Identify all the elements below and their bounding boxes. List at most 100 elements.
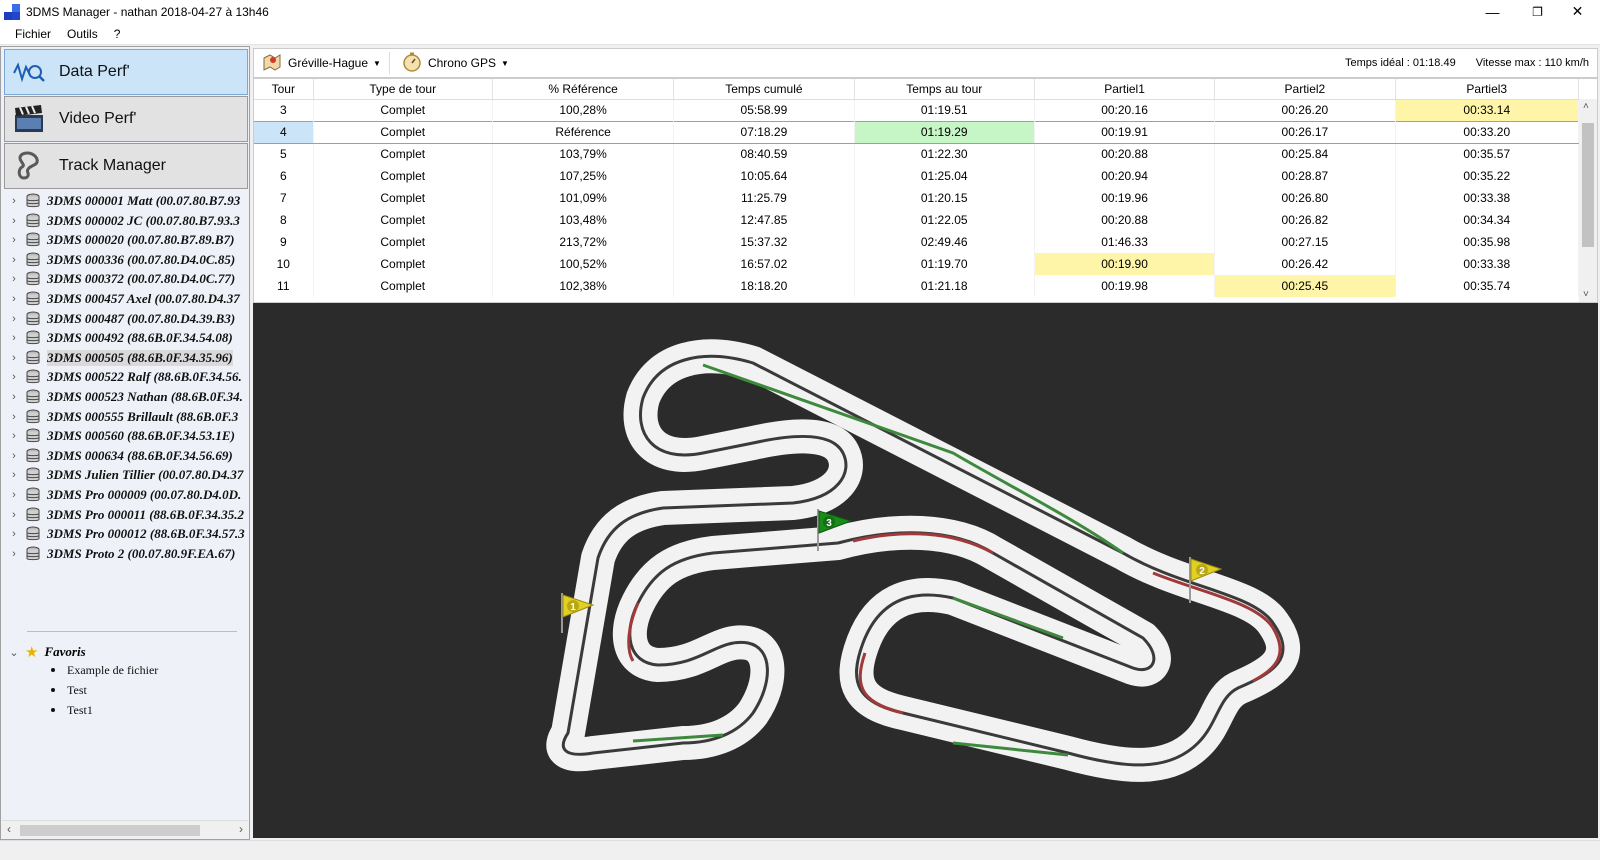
table-cell: 11 bbox=[254, 275, 314, 297]
track-surface bbox=[546, 339, 1301, 782]
favorite-item[interactable]: Test bbox=[51, 681, 87, 699]
column-header[interactable]: % Référence bbox=[492, 79, 675, 100]
column-header[interactable]: Partiel1 bbox=[1034, 79, 1216, 100]
device-tree-item[interactable]: › 3DMS 000487 (00.07.80.D4.39.B3) bbox=[1, 309, 249, 329]
nav-data-perf-button[interactable]: Data Perf' bbox=[4, 49, 248, 95]
chevron-right-icon[interactable]: › bbox=[7, 411, 21, 423]
table-row[interactable]: 4 Complet Référence 07:18.29 01:19.29 00:19.9… bbox=[254, 120, 1580, 144]
device-tree-label: 3DMS 000523 Nathan (88.6B.0F.34. bbox=[47, 389, 243, 404]
scroll-up-icon[interactable]: ˄ bbox=[1583, 101, 1589, 112]
scroll-right-icon[interactable]: › bbox=[239, 822, 243, 836]
table-cell: 16:57.02 bbox=[673, 253, 855, 275]
device-tree-item[interactable]: › 3DMS 000523 Nathan (88.6B.0F.34. bbox=[1, 387, 249, 407]
device-tree-item[interactable]: › 3DMS Pro 000011 (88.6B.0F.34.35.2 bbox=[1, 505, 249, 525]
track-selector[interactable]: Gréville-Hague ▼ bbox=[258, 52, 385, 75]
table-cell: 01:19.70 bbox=[854, 253, 1035, 275]
chevron-right-icon[interactable]: › bbox=[7, 313, 21, 325]
chevron-right-icon[interactable]: › bbox=[7, 548, 21, 560]
table-cell: 00:35.98 bbox=[1395, 231, 1580, 253]
favorites-node[interactable]: ⌄ ★ Favoris bbox=[1, 642, 251, 662]
scroll-left-icon[interactable]: ‹ bbox=[7, 822, 11, 836]
minimize-button[interactable]: — bbox=[1470, 0, 1515, 23]
table-row[interactable]: 11 Complet 102,38% 18:18.20 01:21.18 00:19.98… bbox=[254, 275, 1580, 297]
table-cell: 8 bbox=[254, 209, 314, 231]
device-tree-item[interactable]: › 3DMS 000492 (88.6B.0F.34.54.08) bbox=[1, 328, 249, 348]
window-title: 3DMS Manager - nathan 2018-04-27 à 13h46 bbox=[26, 4, 269, 19]
table-cell: 3 bbox=[254, 99, 314, 121]
table-row[interactable]: 6 Complet 107,25% 10:05.64 01:25.04 00:20.94 0… bbox=[254, 165, 1580, 187]
track-map-view[interactable]: 1 2 3 bbox=[253, 303, 1598, 838]
table-row[interactable]: 10 Complet 100,52% 16:57.02 01:19.70 00:19.90… bbox=[254, 253, 1580, 275]
menu-outils[interactable]: Outils bbox=[59, 27, 106, 41]
column-header[interactable]: Temps cumulé bbox=[673, 79, 855, 100]
column-header[interactable]: Partiel3 bbox=[1395, 79, 1580, 100]
scroll-down-icon[interactable]: ˅ bbox=[1583, 289, 1589, 300]
table-cell: Complet bbox=[313, 209, 493, 231]
table-row[interactable]: 3 Complet 100,28% 05:58.99 01:19.51 00:20.16 0… bbox=[254, 99, 1580, 121]
table-cell: 15:37.32 bbox=[673, 231, 855, 253]
table-cell: 00:19.91 bbox=[1034, 120, 1216, 144]
device-tree-item[interactable]: › 3DMS 000457 Axel (00.07.80.D4.37 bbox=[1, 289, 249, 309]
nav-track-manager-button[interactable]: Track Manager bbox=[4, 143, 248, 189]
table-cell: Complet bbox=[313, 253, 493, 275]
chevron-right-icon[interactable]: › bbox=[7, 489, 21, 501]
favorite-item[interactable]: Example de fichier bbox=[51, 661, 158, 679]
device-tree-item[interactable]: › 3DMS 000372 (00.07.80.D4.0C.77) bbox=[1, 269, 249, 289]
device-tree-item[interactable]: › 3DMS 000634 (88.6B.0F.34.56.69) bbox=[1, 446, 249, 466]
chevron-down-icon[interactable]: ⌄ bbox=[7, 646, 21, 659]
chevron-right-icon[interactable]: › bbox=[7, 215, 21, 227]
device-tree-item[interactable]: › 3DMS 000002 JC (00.07.80.B7.93.3 bbox=[1, 211, 249, 231]
close-button[interactable]: ✕ bbox=[1555, 0, 1600, 23]
chevron-right-icon[interactable]: › bbox=[7, 509, 21, 521]
chevron-right-icon[interactable]: › bbox=[7, 450, 21, 462]
track-map[interactable]: 1 2 3 bbox=[253, 303, 1598, 838]
column-header[interactable]: Partiel2 bbox=[1214, 79, 1396, 100]
chevron-right-icon[interactable]: › bbox=[7, 469, 21, 481]
chevron-right-icon[interactable]: › bbox=[7, 254, 21, 266]
tree-horizontal-scrollbar[interactable]: ‹ › bbox=[2, 820, 248, 838]
table-vertical-scrollbar[interactable]: ˄ ˅ bbox=[1579, 99, 1597, 302]
chevron-right-icon[interactable]: › bbox=[7, 528, 21, 540]
device-tree-item[interactable]: › 3DMS 000020 (00.07.80.B7.89.B7) bbox=[1, 230, 249, 250]
table-row[interactable]: 8 Complet 103,48% 12:47.85 01:22.05 00:20.88 0… bbox=[254, 209, 1580, 231]
table-row[interactable]: 7 Complet 101,09% 11:25.79 01:20.15 00:19.96 0… bbox=[254, 187, 1580, 209]
table-row[interactable]: 9 Complet 213,72% 15:37.32 02:49.46 01:46.33 0… bbox=[254, 231, 1580, 253]
device-tree-item[interactable]: › 3DMS 000555 Brillault (88.6B.0F.3 bbox=[1, 407, 249, 427]
chevron-right-icon[interactable]: › bbox=[7, 273, 21, 285]
device-tree-item[interactable]: › 3DMS 000505 (88.6B.0F.34.35.96) bbox=[1, 348, 249, 368]
chevron-right-icon[interactable]: › bbox=[7, 195, 21, 207]
chevron-right-icon[interactable]: › bbox=[7, 391, 21, 403]
chevron-right-icon[interactable]: › bbox=[7, 352, 21, 364]
table-row[interactable]: 5 Complet 103,79% 08:40.59 01:22.30 00:20.88 0… bbox=[254, 143, 1580, 165]
device-tree-item[interactable]: › 3DMS 000336 (00.07.80.D4.0C.85) bbox=[1, 250, 249, 270]
device-tree-item[interactable]: › 3DMS 000522 Ralf (88.6B.0F.34.56. bbox=[1, 367, 249, 387]
device-tree-item[interactable]: › 3DMS Proto 2 (00.07.80.9F.EA.67) bbox=[1, 544, 249, 564]
device-tree-item[interactable]: › 3DMS 000001 Matt (00.07.80.B7.93 bbox=[1, 191, 249, 211]
device-tree-item[interactable]: › 3DMS 000560 (88.6B.0F.34.53.1E) bbox=[1, 426, 249, 446]
restore-button[interactable]: ❐ bbox=[1515, 0, 1560, 23]
column-header[interactable]: Temps au tour bbox=[854, 79, 1035, 100]
menu-help[interactable]: ? bbox=[106, 27, 129, 41]
favorite-item[interactable]: Test1 bbox=[51, 701, 93, 719]
chevron-right-icon[interactable]: › bbox=[7, 371, 21, 383]
device-tree-item[interactable]: › 3DMS Julien Tillier (00.07.80.D4.37 bbox=[1, 465, 249, 485]
flag-3-label: 3 bbox=[826, 518, 832, 529]
menu-fichier[interactable]: Fichier bbox=[7, 27, 59, 41]
nav-video-perf-button[interactable]: Video Perf' bbox=[4, 96, 248, 142]
scrollbar-thumb[interactable] bbox=[1582, 123, 1594, 247]
device-tree-item[interactable]: › 3DMS Pro 000009 (00.07.80.D4.0D. bbox=[1, 485, 249, 505]
database-icon bbox=[25, 487, 41, 503]
chevron-right-icon[interactable]: › bbox=[7, 234, 21, 246]
column-header[interactable]: Tour bbox=[254, 79, 314, 100]
scrollbar-thumb[interactable] bbox=[20, 825, 200, 836]
table-header-row: Tour Type de tour% Référence Temps cumulé T… bbox=[254, 79, 1580, 100]
device-tree-label: 3DMS 000336 (00.07.80.D4.0C.85) bbox=[47, 251, 236, 267]
chrono-selector[interactable]: Chrono GPS ▼ bbox=[398, 52, 513, 75]
table-cell: 103,79% bbox=[492, 143, 675, 165]
column-header[interactable]: Type de tour bbox=[313, 79, 493, 100]
chevron-right-icon[interactable]: › bbox=[7, 332, 21, 344]
table-cell: 00:35.22 bbox=[1395, 165, 1580, 187]
device-tree-item[interactable]: › 3DMS Pro 000012 (88.6B.0F.34.57.3 bbox=[1, 524, 249, 544]
chevron-right-icon[interactable]: › bbox=[7, 430, 21, 442]
chevron-right-icon[interactable]: › bbox=[7, 293, 21, 305]
